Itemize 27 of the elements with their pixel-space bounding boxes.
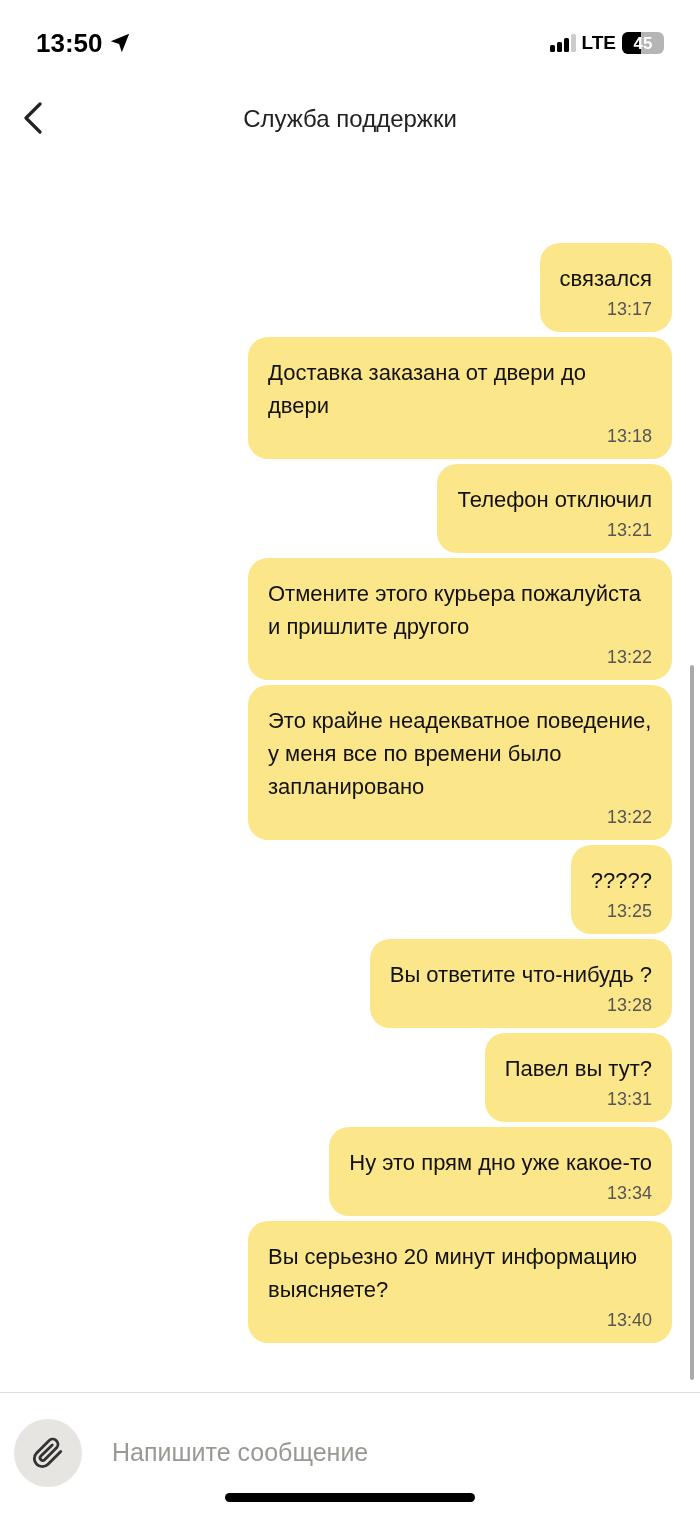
message-time: 13:28 [606,994,652,1017]
message-text: Вы серьезно 20 минут информацию выясняете? [268,1243,638,1304]
clock-time: 13:50 [36,26,103,60]
message-text: Ну это прям дно уже какое-то [349,1149,652,1177]
message-text: Телефон отключил [457,486,652,514]
message-text: ????? [590,867,652,895]
message-time: 13:17 [606,298,652,321]
message-text: Вы ответите что-нибудь ? [389,961,652,989]
message-text: Отмените этого курьера пожалуйста и пришлите другого [268,580,643,641]
message-time: 13:18 [606,425,652,448]
message-input[interactable]: Напишите сообщение [112,1434,686,1472]
chat-title: Служба поддержки [243,104,457,134]
message-time: 13:31 [606,1088,652,1111]
signal-icon [549,34,576,52]
paperclip-icon [31,1436,65,1470]
back-icon [23,102,43,134]
network-type: LTE [581,30,616,55]
message-text: Доставка заказана от двери до двери [268,359,587,420]
message-text: связался [559,265,652,293]
message-text: Павел вы тут? [504,1055,652,1083]
message-time: 13:25 [606,900,652,923]
message-time: 13:21 [606,519,652,542]
message-text: Это крайне неадекватное поведение, у меня все по времени было запланировано [268,707,652,801]
message-time: 13:22 [606,806,652,829]
message-time: 13:22 [606,646,652,669]
message-time: 13:40 [606,1309,652,1332]
message-time: 13:34 [606,1182,652,1205]
